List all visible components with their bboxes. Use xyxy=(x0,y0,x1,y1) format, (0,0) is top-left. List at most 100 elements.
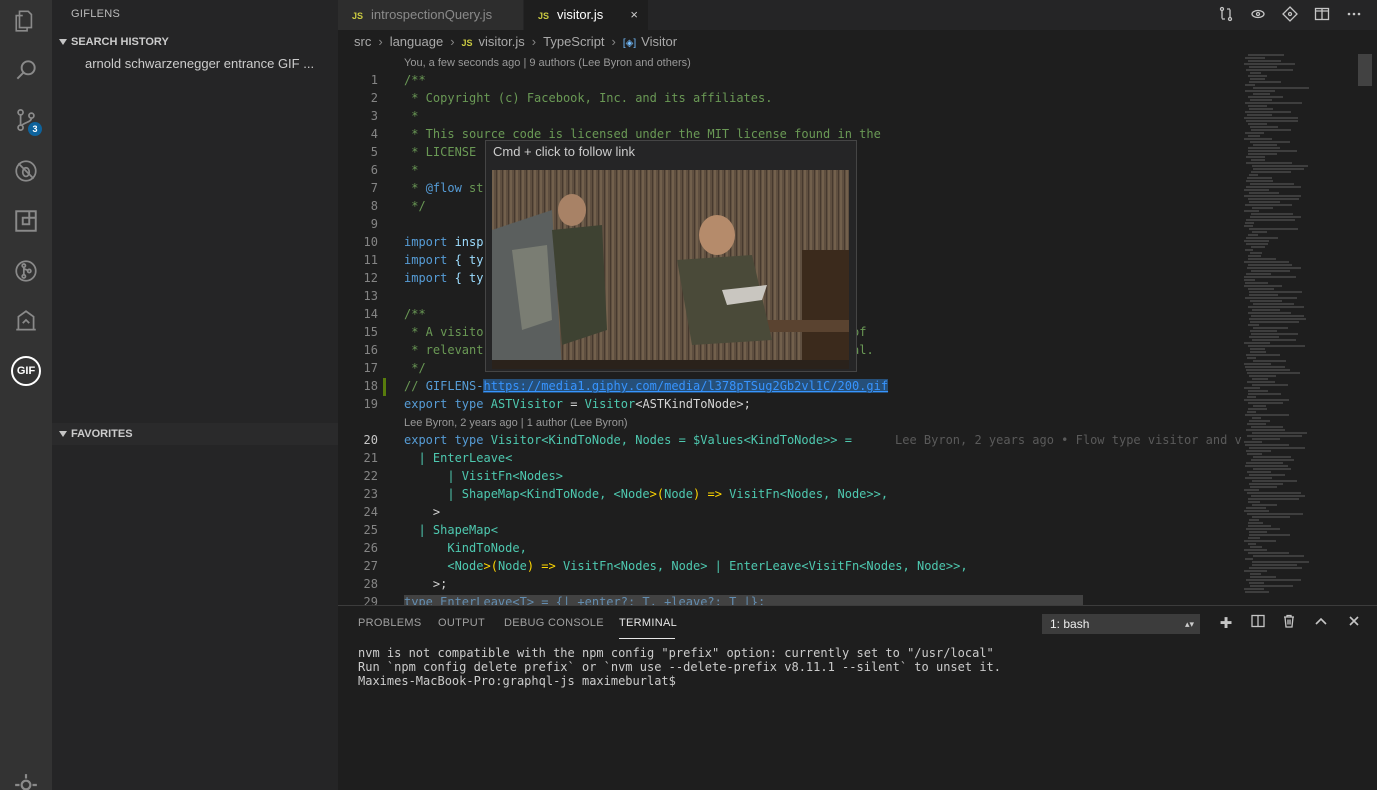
minimap-line xyxy=(1244,570,1267,572)
minimap-line xyxy=(1252,378,1268,380)
close-icon[interactable]: × xyxy=(630,0,638,30)
search-icon[interactable] xyxy=(0,45,52,95)
split-terminal-icon[interactable] xyxy=(1248,614,1268,634)
minimap-line xyxy=(1250,141,1290,143)
minimap-line xyxy=(1248,525,1271,527)
minimap-line xyxy=(1252,438,1280,440)
terminal-line: nvm is not compatible with the npm confi… xyxy=(358,646,994,660)
minimap[interactable] xyxy=(1240,54,1358,605)
minimap-line xyxy=(1244,510,1269,512)
sidebar: GIFLENS SEARCH HISTORY arnold schwarzene… xyxy=(52,0,338,790)
code-line: /** xyxy=(404,73,426,87)
js-file-icon: JS xyxy=(538,11,550,21)
breadcrumb-item[interactable]: TypeScript xyxy=(543,34,604,49)
favorites-header[interactable]: FAVORITES xyxy=(52,423,338,445)
minimap-line xyxy=(1253,303,1294,305)
bottom-panel: PROBLEMS OUTPUT DEBUG CONSOLE TERMINAL 1… xyxy=(338,605,1377,790)
minimap-line xyxy=(1248,105,1267,107)
code-line: * xyxy=(404,163,419,177)
minimap-line xyxy=(1251,159,1265,161)
trash-icon[interactable] xyxy=(1279,614,1299,634)
minimap-line xyxy=(1245,57,1265,59)
minimap-line xyxy=(1250,183,1294,185)
minimap-line xyxy=(1249,420,1270,422)
minimap-line xyxy=(1246,237,1278,239)
code-line: */ xyxy=(404,361,426,375)
giflens-activity[interactable]: GIF xyxy=(0,346,52,396)
history-item[interactable]: arnold schwarzenegger entrance GIF ... xyxy=(85,56,335,71)
minimap-line xyxy=(1245,249,1253,251)
split-editor-icon[interactable] xyxy=(1313,6,1331,24)
minimap-line xyxy=(1251,129,1291,131)
tab-debug-console[interactable]: DEBUG CONSOLE xyxy=(504,617,604,629)
minimap-line xyxy=(1246,243,1268,245)
minimap-line xyxy=(1248,402,1283,404)
tab-visitor[interactable]: JS visitor.js × xyxy=(524,0,648,30)
minimap-line xyxy=(1244,261,1289,263)
minimap-line xyxy=(1250,252,1262,254)
line-number: 5 xyxy=(370,145,378,159)
js-file-icon: JS xyxy=(461,38,473,48)
settings-gear-icon[interactable] xyxy=(0,760,52,790)
code-line: * LICENSE xyxy=(404,145,477,159)
maximize-panel-icon[interactable] xyxy=(1311,614,1331,634)
minimap-line xyxy=(1252,432,1307,434)
close-panel-icon[interactable] xyxy=(1344,614,1364,634)
minimap-line xyxy=(1245,84,1255,86)
code-line: * relevant al. xyxy=(404,343,874,357)
gif-link[interactable]: https://media1.giphy.com/media/l378pTSug… xyxy=(483,379,889,393)
minimap-line xyxy=(1249,318,1306,320)
source-control-icon[interactable] xyxy=(0,95,52,145)
line-number: 18 xyxy=(363,379,378,393)
breadcrumb-item[interactable]: visitor.js xyxy=(479,34,525,49)
more-actions-icon[interactable] xyxy=(1345,6,1363,24)
minimap-line xyxy=(1248,288,1274,290)
debug-icon[interactable] xyxy=(0,146,52,196)
git-commit-icon[interactable] xyxy=(1281,6,1299,24)
minimap-line xyxy=(1252,561,1309,563)
new-terminal-icon[interactable]: ✚ xyxy=(1216,614,1236,634)
compare-changes-icon[interactable] xyxy=(1217,6,1235,24)
terminal-select[interactable]: 1: bash ▴▾ xyxy=(1042,614,1200,634)
code-line: KindToNode, xyxy=(404,541,527,555)
link-hover-popup: Cmd + click to follow link xyxy=(485,140,857,372)
minimap-line xyxy=(1247,396,1256,398)
minimap-line xyxy=(1249,336,1279,338)
remote-explorer-icon[interactable] xyxy=(0,296,52,346)
codelens-author[interactable]: Lee Byron, 2 years ago | 1 author (Lee B… xyxy=(404,414,628,432)
minimap-line xyxy=(1251,426,1283,428)
minimap-line xyxy=(1252,339,1296,341)
terminal-prompt[interactable]: Maximes-MacBook-Pro:graphql-js maximebur… xyxy=(358,674,683,689)
minimap-line xyxy=(1248,537,1260,539)
line-number: 24 xyxy=(363,505,378,519)
git-graph-icon[interactable] xyxy=(0,246,52,296)
gif-icon: GIF xyxy=(11,356,41,386)
select-arrows-icon: ▴▾ xyxy=(1184,619,1194,629)
tab-terminal[interactable]: TERMINAL xyxy=(619,617,677,629)
minimap-line xyxy=(1253,405,1266,407)
breadcrumb-item[interactable]: Visitor xyxy=(641,34,677,49)
horizontal-scrollbar[interactable] xyxy=(404,595,1083,605)
gif-preview-image xyxy=(492,170,849,369)
search-history-header[interactable]: SEARCH HISTORY xyxy=(52,31,338,53)
extensions-icon[interactable] xyxy=(0,196,52,246)
chevron-down-icon xyxy=(59,39,67,45)
minimap-line xyxy=(1248,306,1304,308)
vertical-scrollbar[interactable] xyxy=(1358,54,1372,86)
minimap-line xyxy=(1248,345,1305,347)
breadcrumb-item[interactable]: src xyxy=(354,34,371,49)
line-number: 26 xyxy=(363,541,378,555)
explorer-icon[interactable] xyxy=(0,0,52,46)
minimap-line xyxy=(1245,444,1289,446)
minimap-line xyxy=(1252,516,1290,518)
minimap-line xyxy=(1248,408,1267,410)
minimap-line xyxy=(1249,294,1278,296)
open-changes-icon[interactable] xyxy=(1249,6,1267,24)
tab-output[interactable]: OUTPUT xyxy=(438,617,485,629)
tab-problems[interactable]: PROBLEMS xyxy=(358,617,422,629)
codelens-authors[interactable]: You, a few seconds ago | 9 authors (Lee … xyxy=(404,54,691,72)
minimap-line xyxy=(1248,54,1284,56)
tab-introspection-query[interactable]: JS introspectionQuery.js xyxy=(338,0,523,30)
breadcrumb-item[interactable]: language xyxy=(390,34,444,49)
code-line: * @flow st xyxy=(404,181,484,195)
